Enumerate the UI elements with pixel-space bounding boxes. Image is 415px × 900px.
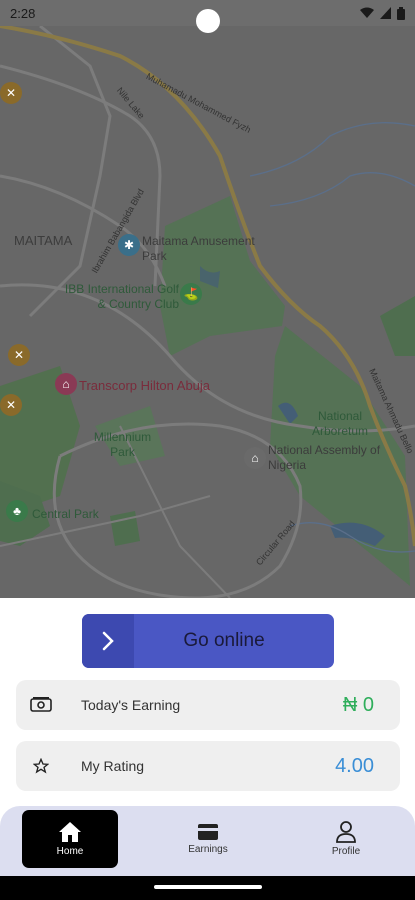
my-rating-label: My Rating	[81, 758, 145, 774]
map-label-national-arboretum: National Arboretum	[311, 409, 369, 438]
map-label-central-park: Central Park	[32, 507, 99, 521]
chevron-right-icon	[82, 614, 134, 668]
star-icon	[16, 758, 66, 774]
my-rating-value: 4.00	[335, 754, 374, 777]
todays-earning-label: Today's Earning	[81, 697, 181, 713]
gesture-handle[interactable]	[154, 885, 262, 889]
map-view[interactable]: Muhamadu Mohammed Fyzh Nile Lake Ibrahim…	[0, 26, 415, 598]
person-icon	[336, 821, 356, 843]
go-online-label: Go online	[183, 630, 265, 651]
map-label-amusement-park: Maitama Amusement Park	[142, 234, 255, 263]
map-label-ibb-golf: IBB International Golf & Country Club	[64, 282, 179, 311]
map-label-national-assembly: National Assembly of Nigeria	[268, 443, 381, 472]
nav-earnings-label: Earnings	[188, 844, 228, 855]
signal-icon	[380, 7, 391, 19]
map-pin-transcorp[interactable]: ⌂	[55, 373, 77, 395]
status-icons	[360, 6, 405, 20]
map-label-maitama: MAITAMA	[14, 233, 73, 248]
nav-home-label: Home	[56, 846, 84, 857]
bottom-navigation: Home Earnings Profile	[0, 806, 415, 876]
nav-profile-label: Profile	[331, 846, 361, 857]
home-icon	[59, 822, 81, 842]
nav-home[interactable]: Home	[22, 810, 118, 868]
map-pin-restaurant-3[interactable]: ✕	[0, 394, 22, 416]
map-label-millennium-park: Millennium Park	[93, 430, 152, 459]
card-icon	[198, 824, 218, 840]
map-pin-restaurant-1[interactable]: ✕	[0, 82, 22, 104]
nav-earnings[interactable]: Earnings	[160, 810, 256, 868]
my-rating-card[interactable]: My Rating 4.00	[16, 741, 400, 791]
map-pin-restaurant-2[interactable]: ✕	[8, 344, 30, 366]
todays-earning-value: ₦ 0	[342, 693, 374, 716]
gesture-bar	[0, 876, 415, 900]
map-pin-amusement[interactable]: ✱	[118, 234, 140, 256]
bottom-sheet: Go online Today's Earning ₦ 0 My Rating …	[0, 598, 415, 876]
battery-icon	[397, 6, 405, 20]
map-pin-national-assembly[interactable]: ⌂	[244, 447, 266, 469]
status-time: 2:28	[10, 5, 36, 21]
map-label-transcorp: Transcorp Hilton Abuja	[79, 378, 211, 393]
nav-profile[interactable]: Profile	[298, 810, 394, 868]
go-online-button[interactable]: Go online	[82, 614, 334, 668]
todays-earning-card[interactable]: Today's Earning ₦ 0	[16, 680, 400, 730]
wifi-icon	[360, 7, 374, 18]
map-pin-golf[interactable]: ⛳	[180, 283, 202, 305]
camera-cutout	[196, 9, 220, 33]
map-pin-central-park[interactable]: ♣	[6, 500, 28, 522]
cash-icon	[16, 696, 66, 714]
